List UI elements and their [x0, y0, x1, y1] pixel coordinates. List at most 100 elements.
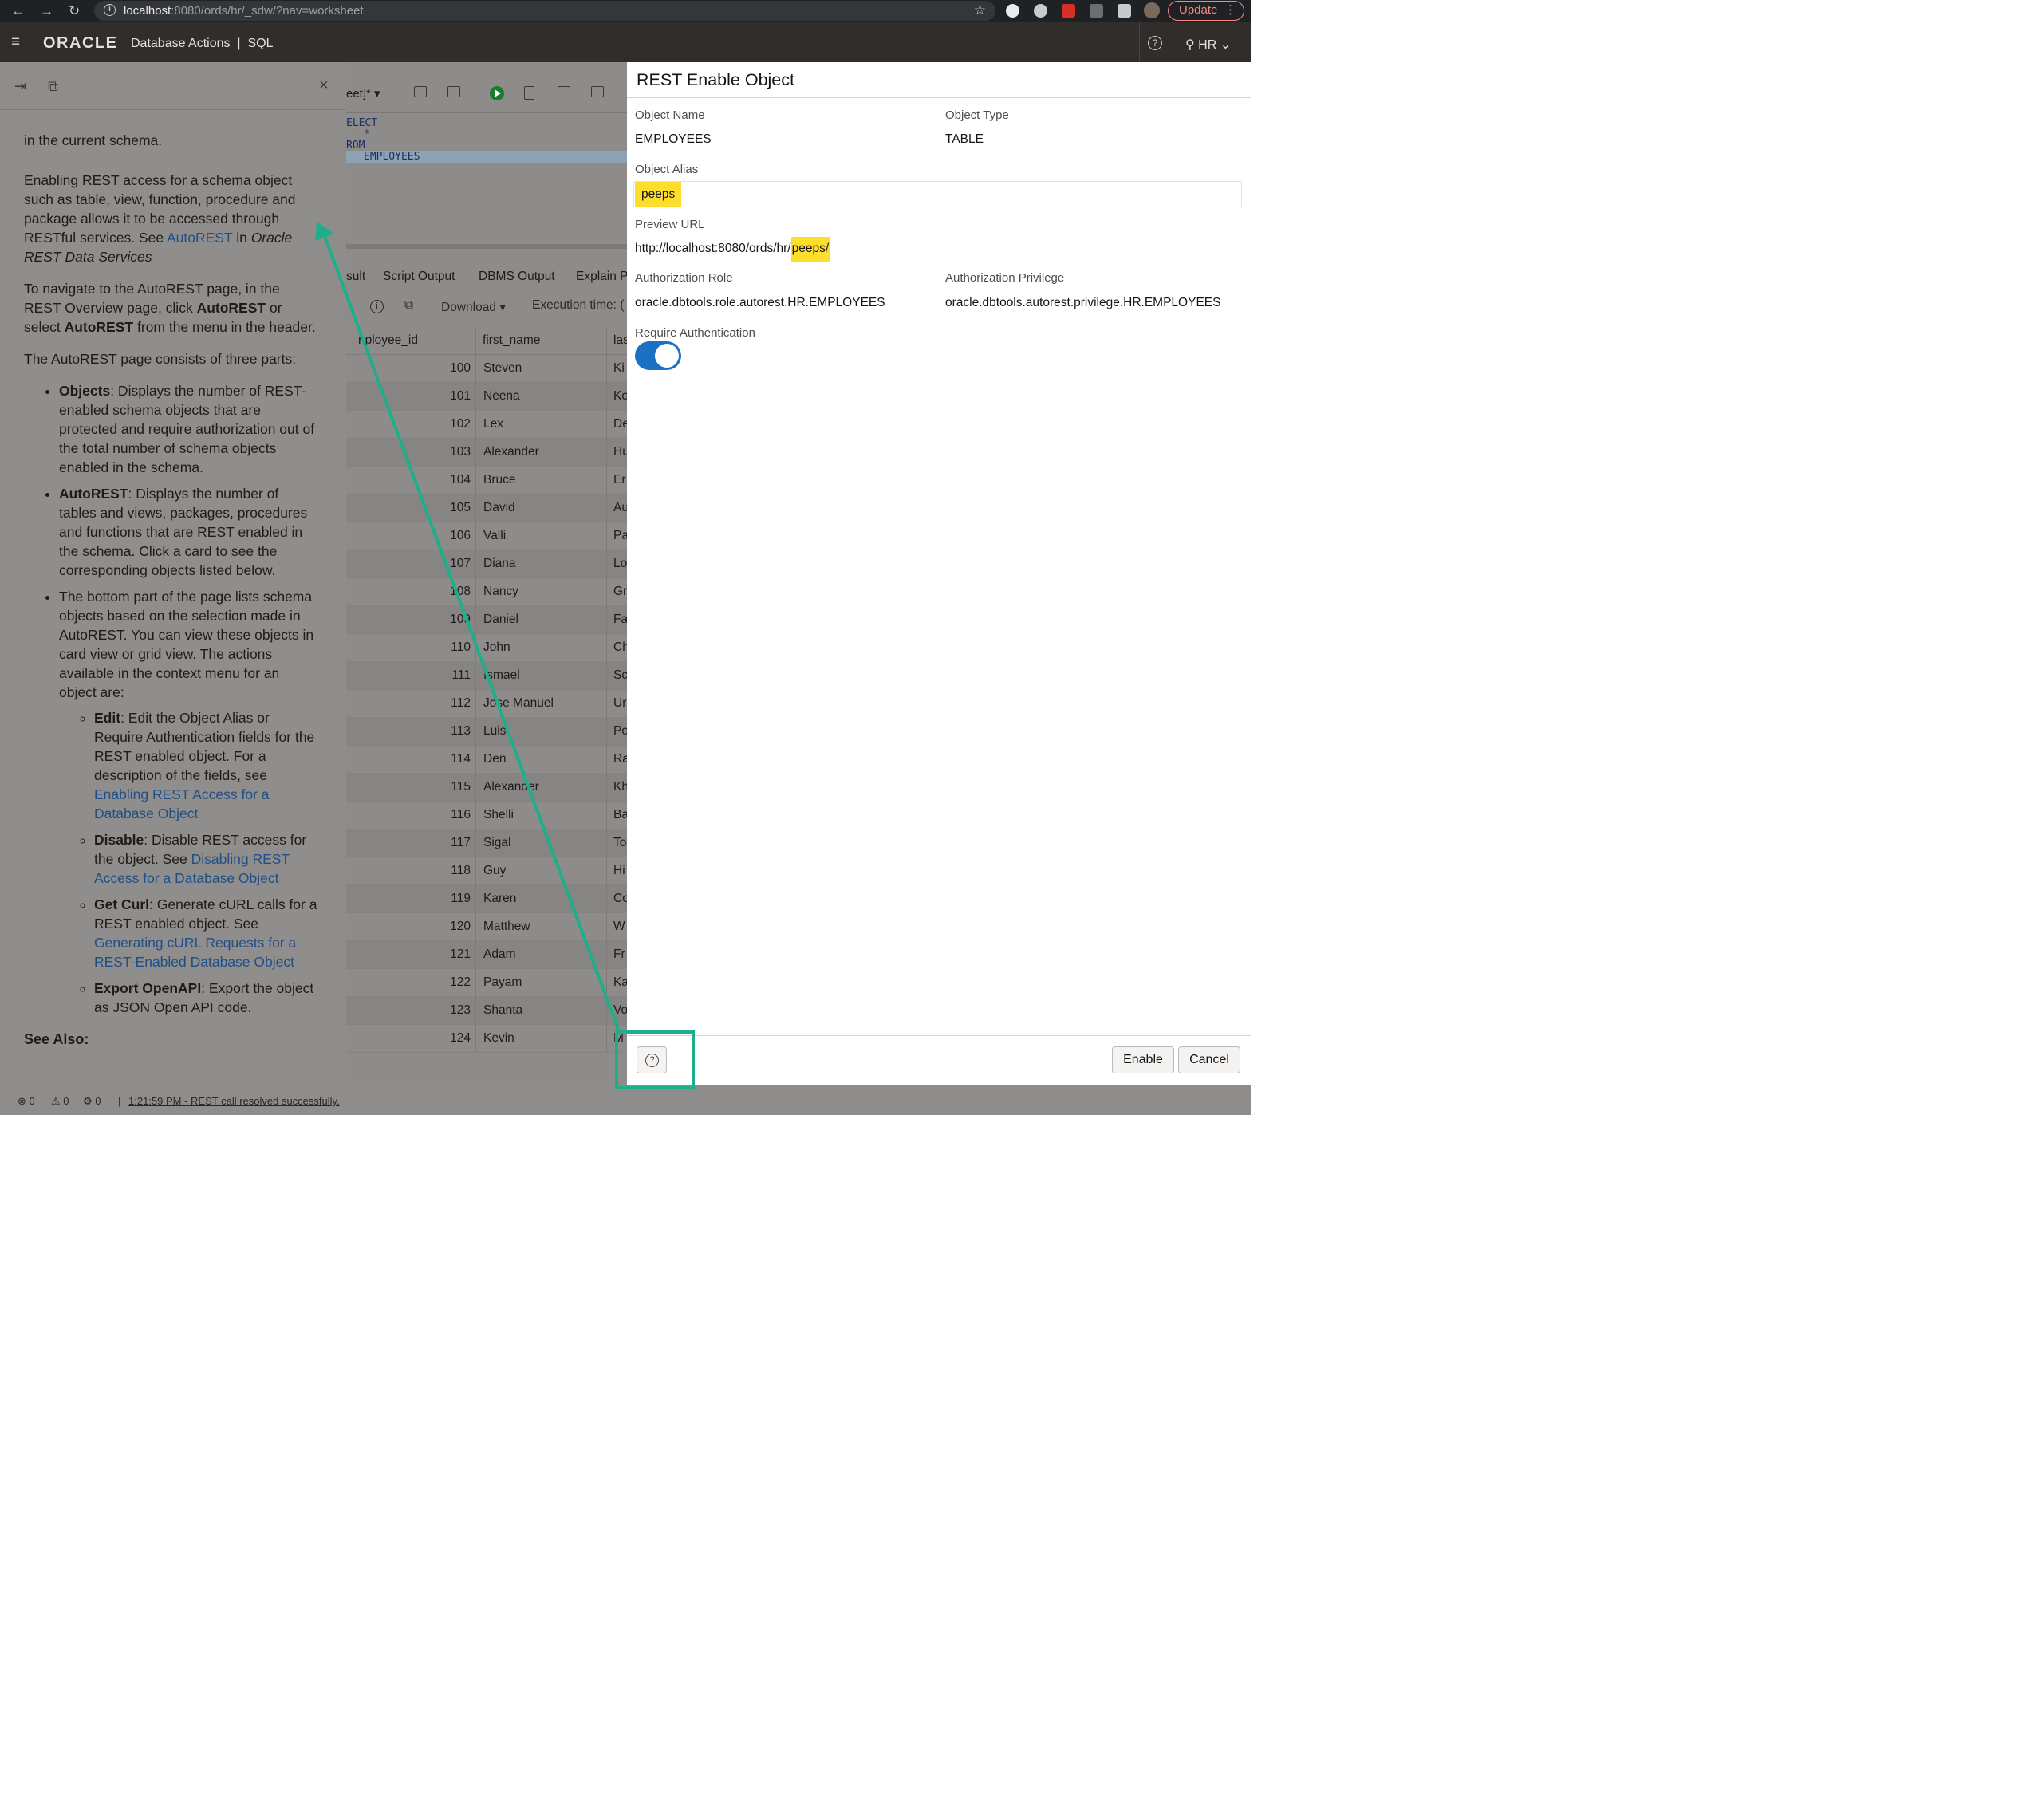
- table-row[interactable]: 117 Sigal To: [346, 829, 627, 857]
- list-item: Objects: Displays the number of REST-ena…: [59, 381, 317, 477]
- cell-last-name: Pa: [613, 529, 627, 542]
- execution-time: Execution time: (: [532, 298, 625, 312]
- list-item: Disable: Disable REST access for the obj…: [94, 830, 317, 888]
- profile-avatar[interactable]: [1144, 2, 1160, 18]
- column-header[interactable]: nployee_id: [358, 333, 418, 348]
- extension-icon[interactable]: [1034, 4, 1047, 18]
- cell-last-name: Kh: [613, 780, 627, 794]
- table-row[interactable]: 100 Steven Ki: [346, 355, 627, 383]
- explain-plan-icon[interactable]: [558, 86, 570, 97]
- cell-first-name: Sigal: [483, 836, 511, 849]
- help-panel: ⇥ ⧉ × in the current schema. Enabling RE…: [0, 62, 346, 1085]
- table-row[interactable]: 111 Ismael Sc: [346, 662, 627, 690]
- cell-last-name: Ur: [613, 696, 627, 710]
- table-row[interactable]: 101 Neena Ko: [346, 383, 627, 411]
- run-statement-icon[interactable]: [490, 86, 504, 100]
- table-row[interactable]: 103 Alexander Hu: [346, 439, 627, 467]
- tab-dbms-output[interactable]: DBMS Output: [479, 270, 555, 284]
- address-bar[interactable]: i localhost:8080/ords/hr/_sdw/?nav=works…: [94, 1, 995, 21]
- table-row[interactable]: 118 Guy Hi: [346, 857, 627, 885]
- cell-last-name: Hu: [613, 445, 627, 459]
- open-external-icon[interactable]: ⧉: [48, 78, 58, 95]
- bookmark-star-icon[interactable]: ☆: [974, 2, 986, 18]
- tab-explain-plan[interactable]: Explain P: [576, 270, 627, 284]
- forward-icon[interactable]: →: [40, 3, 53, 19]
- help-icon[interactable]: ?: [1148, 36, 1162, 50]
- cell-employee-id: 119: [451, 892, 471, 905]
- enable-button[interactable]: Enable: [1112, 1046, 1174, 1073]
- table-row[interactable]: 113 Luis Po: [346, 718, 627, 746]
- app-title: Database Actions | SQL: [131, 37, 274, 50]
- download-menu[interactable]: Download ▾: [441, 300, 506, 315]
- close-icon[interactable]: ×: [319, 77, 329, 95]
- authorization-role-value: oracle.dbtools.role.autorest.HR.EMPLOYEE…: [635, 296, 885, 309]
- result-toolbar: i ⧉ Download ▾ Execution time: (: [346, 297, 627, 321]
- cell-first-name: David: [483, 501, 515, 514]
- table-row[interactable]: 110 John Ch: [346, 634, 627, 662]
- open-folder-icon[interactable]: [414, 86, 427, 97]
- info-icon[interactable]: i: [370, 300, 384, 313]
- table-row[interactable]: 109 Daniel Fa: [346, 606, 627, 634]
- table-row[interactable]: 106 Valli Pa: [346, 522, 627, 550]
- object-alias-input[interactable]: peeps: [633, 181, 1242, 207]
- table-row[interactable]: 112 Jose Manuel Ur: [346, 690, 627, 718]
- status-message[interactable]: 1:21:59 PM - REST call resolved successf…: [128, 1095, 340, 1107]
- table-row[interactable]: 121 Adam Fr: [346, 941, 627, 969]
- cell-last-name: Co: [613, 892, 627, 905]
- save-icon[interactable]: [447, 86, 460, 97]
- run-script-icon[interactable]: [524, 86, 534, 100]
- table-row[interactable]: 123 Shanta Vo: [346, 997, 627, 1025]
- list-item: The bottom part of the page lists schema…: [59, 587, 317, 1017]
- table-row[interactable]: 114 Den Ra: [346, 746, 627, 774]
- cell-employee-id: 118: [451, 864, 471, 877]
- table-row[interactable]: 122 Payam Ka: [346, 969, 627, 997]
- curl-requests-link[interactable]: Generating cURL Requests for a REST-Enab…: [94, 935, 296, 970]
- user-menu[interactable]: ⚲ HR ⌄: [1185, 37, 1231, 53]
- extension-icon[interactable]: [1006, 4, 1019, 18]
- require-authentication-toggle[interactable]: [635, 341, 681, 370]
- extension-icon[interactable]: [1090, 4, 1103, 18]
- table-row[interactable]: 116 Shelli Ba: [346, 802, 627, 829]
- object-alias-label: Object Alias: [635, 163, 699, 176]
- table-row[interactable]: 104 Bruce Er: [346, 467, 627, 494]
- cell-first-name: Matthew: [483, 920, 530, 933]
- table-row[interactable]: 119 Karen Co: [346, 885, 627, 913]
- errors-count[interactable]: ⊗ 0: [18, 1095, 35, 1108]
- cell-last-name: Ba: [613, 808, 627, 821]
- table-row[interactable]: 107 Diana Lo: [346, 550, 627, 578]
- autorest-link[interactable]: AutoREST: [167, 230, 232, 246]
- cell-last-name: Gr: [613, 585, 627, 598]
- cell-first-name: Guy: [483, 864, 507, 877]
- tab-query-result[interactable]: sult: [346, 270, 365, 284]
- table-row[interactable]: 115 Alexander Kh: [346, 774, 627, 802]
- column-header[interactable]: first_name: [483, 333, 540, 348]
- hamburger-menu-icon[interactable]: ≡: [11, 33, 20, 51]
- pane-splitter[interactable]: [346, 244, 627, 249]
- autotrace-icon[interactable]: [591, 86, 604, 97]
- warnings-count[interactable]: ⚠ 0: [51, 1095, 69, 1108]
- list-item: AutoREST: Displays the number of tables …: [59, 484, 317, 580]
- open-external-icon[interactable]: ⧉: [404, 298, 413, 313]
- tasks-count[interactable]: ⚙ 0: [83, 1095, 101, 1108]
- table-row[interactable]: 102 Lex De: [346, 411, 627, 439]
- table-row[interactable]: 124 Kevin M: [346, 1025, 627, 1053]
- cell-employee-id: 100: [450, 361, 471, 375]
- enabling-rest-link[interactable]: Enabling REST Access for a Database Obje…: [94, 786, 270, 821]
- tab-script-output[interactable]: Script Output: [383, 270, 455, 284]
- table-row[interactable]: 105 David Au: [346, 494, 627, 522]
- site-info-icon[interactable]: i: [104, 4, 116, 16]
- worksheet-tab[interactable]: eet]* ▾: [346, 86, 380, 100]
- back-icon[interactable]: ←: [11, 3, 25, 19]
- puzzle-icon[interactable]: [1118, 4, 1131, 18]
- cancel-button[interactable]: Cancel: [1178, 1046, 1240, 1073]
- cell-employee-id: 103: [450, 445, 471, 459]
- annotation-highlight-box: [615, 1030, 695, 1089]
- reload-icon[interactable]: ↻: [69, 3, 80, 19]
- extension-icon[interactable]: [1062, 4, 1075, 18]
- table-row[interactable]: 108 Nancy Gr: [346, 578, 627, 606]
- column-header[interactable]: las: [613, 333, 627, 348]
- table-row[interactable]: 120 Matthew W: [346, 913, 627, 941]
- update-button[interactable]: Update ⋮: [1168, 1, 1244, 21]
- sql-worksheet: eet]* ▾ ELECT * ROM EMPLOYEES sult Scrip…: [346, 62, 627, 1085]
- dock-icon[interactable]: ⇥: [14, 78, 26, 95]
